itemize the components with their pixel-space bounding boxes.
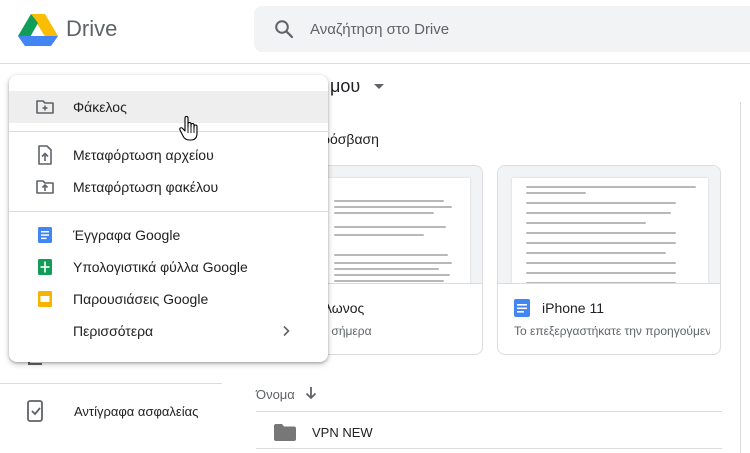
caret-down-icon[interactable] xyxy=(374,84,384,89)
card-title: iPhone 11 xyxy=(542,300,605,316)
sidebar-item-label: Αντίγραφα ασφαλείας xyxy=(74,404,199,419)
page-title[interactable]: μου xyxy=(330,76,360,97)
quick-access-card[interactable]: iPhone 11 Το επεξεργαστήκατε την προηγού… xyxy=(497,165,721,355)
menu-item-label: Φάκελος xyxy=(73,99,127,115)
backup-phone-icon xyxy=(27,400,43,422)
google-sheets-icon xyxy=(38,259,52,275)
menu-item-upload-file[interactable]: Μεταφόρτωση αρχείου xyxy=(9,139,328,171)
search-icon[interactable] xyxy=(274,19,294,39)
menu-item-new-folder[interactable]: Φάκελος xyxy=(9,91,328,123)
column-header-name[interactable]: Όνομα xyxy=(256,387,295,402)
menu-item-upload-folder[interactable]: Μεταφόρτωση φακέλου xyxy=(9,171,328,203)
menu-item-google-docs[interactable]: Έγγραφα Google xyxy=(9,219,328,251)
list-divider xyxy=(256,448,722,449)
drive-app: Drive Αντίγραφα ασφαλείας μου ρόσβαση xyxy=(0,0,750,453)
sidebar-divider xyxy=(0,383,222,384)
google-docs-icon xyxy=(38,227,52,243)
menu-item-label: Περισσότερα xyxy=(73,323,154,339)
menu-item-label: Έγγραφα Google xyxy=(73,227,181,243)
upload-file-icon xyxy=(38,145,52,165)
row-name: VPN NEW xyxy=(312,425,373,440)
folder-icon xyxy=(274,424,296,441)
menu-item-google-sheets[interactable]: Υπολογιστικά φύλλα Google xyxy=(9,251,328,283)
new-menu: Φάκελος Μεταφόρτωση αρχείου Μεταφόρτωση … xyxy=(9,75,328,362)
sidebar-item-backups[interactable]: Αντίγραφα ασφαλείας xyxy=(0,394,240,428)
menu-separator xyxy=(9,211,328,212)
top-bar: Drive xyxy=(0,0,750,64)
card-subtitle: Το επεξεργαστήκατε την προηγούμενη xyxy=(514,324,710,338)
brand-name[interactable]: Drive xyxy=(66,16,117,42)
chevron-right-icon xyxy=(283,325,290,337)
table-row[interactable]: VPN NEW xyxy=(256,414,722,448)
card-thumbnail xyxy=(498,166,720,284)
content-border xyxy=(740,102,741,453)
card-subtitle: τε σήμερα xyxy=(318,324,372,338)
sort-arrow-down-icon[interactable] xyxy=(304,385,318,401)
menu-item-label: Μεταφόρτωση φακέλου xyxy=(73,179,219,195)
menu-item-more[interactable]: Περισσότερα xyxy=(9,315,328,347)
menu-item-label: Μεταφόρτωση αρχείου xyxy=(73,147,214,163)
google-slides-icon xyxy=(38,291,52,307)
upload-folder-icon xyxy=(36,180,54,194)
new-folder-icon xyxy=(36,100,54,114)
menu-separator xyxy=(9,131,328,132)
drive-logo-icon[interactable] xyxy=(18,12,58,48)
search-bar[interactable] xyxy=(254,6,750,52)
menu-item-label: Παρουσιάσεις Google xyxy=(73,291,209,307)
document-preview xyxy=(512,178,708,283)
menu-item-google-slides[interactable]: Παρουσιάσεις Google xyxy=(9,283,328,315)
hand-cursor-icon xyxy=(179,116,198,141)
search-input[interactable] xyxy=(310,6,730,52)
menu-item-label: Υπολογιστικά φύλλα Google xyxy=(73,259,248,275)
quick-access-heading: ρόσβαση xyxy=(322,131,379,147)
list-divider xyxy=(256,411,722,412)
google-docs-icon xyxy=(514,299,530,317)
